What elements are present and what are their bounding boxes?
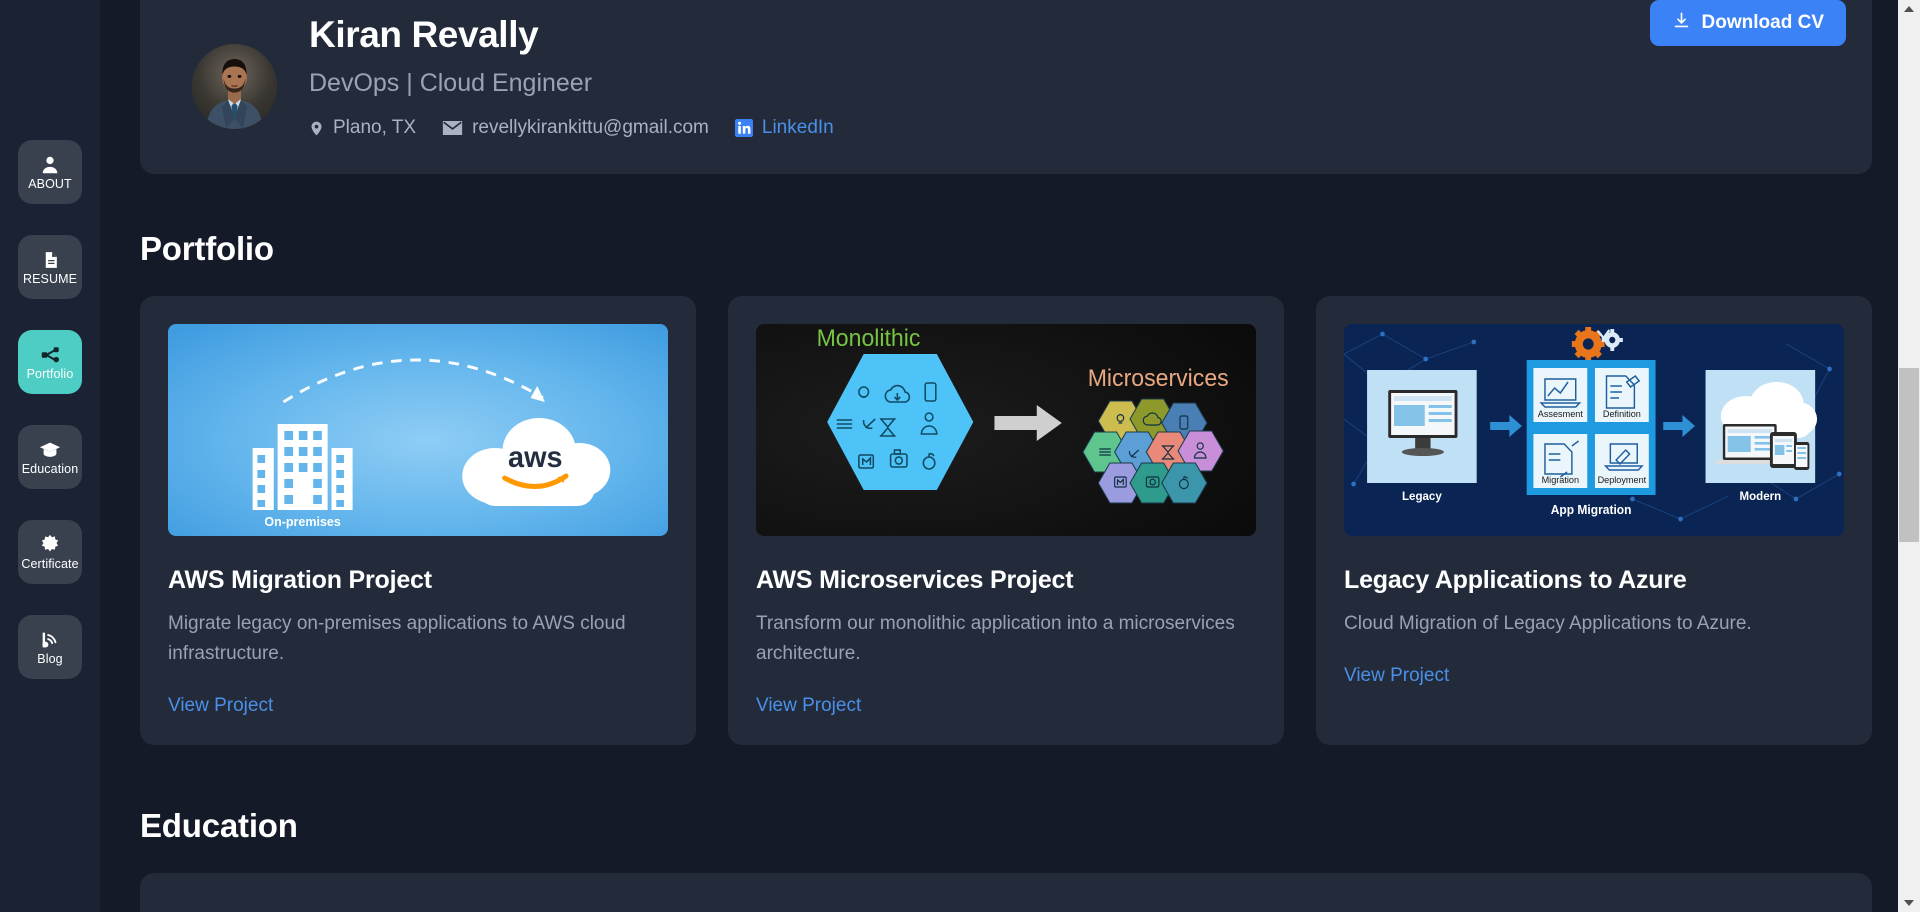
- document-icon: [41, 249, 60, 271]
- map-pin-icon: [309, 119, 324, 138]
- scrollbar-thumb[interactable]: [1899, 368, 1919, 542]
- svg-text:Assesment: Assesment: [1538, 409, 1583, 419]
- scroll-down-arrow[interactable]: [1898, 894, 1920, 912]
- sidebar-item-blog[interactable]: Blog: [18, 615, 82, 679]
- svg-text:Monolithic: Monolithic: [817, 325, 921, 352]
- portfolio-card[interactable]: On-premises aws AWS Migration Project Mi…: [140, 296, 696, 745]
- download-cv-label: Download CV: [1701, 12, 1824, 33]
- contact-linkedin-text: LinkedIn: [761, 117, 834, 138]
- contact-linkedin[interactable]: LinkedIn: [734, 117, 834, 139]
- profile-header-card: Kiran Revally DevOps | Cloud Engineer Pl…: [140, 0, 1872, 174]
- sidebar-item-label: Blog: [37, 651, 63, 666]
- graduation-icon: [39, 439, 61, 461]
- vertical-scrollbar[interactable]: [1898, 0, 1920, 912]
- profile-contacts: Plano, TX revellykirankittu@gmail.com Li…: [309, 117, 834, 139]
- envelope-icon: [442, 120, 463, 136]
- sidebar-item-education[interactable]: Education: [18, 425, 82, 489]
- user-icon: [39, 154, 61, 176]
- sidebar-item-label: ABOUT: [28, 176, 72, 191]
- portfolio-card-description: Transform our monolithic application int…: [756, 613, 1235, 664]
- sidebar-item-about[interactable]: ABOUT: [18, 140, 82, 204]
- sidebar-item-label: RESUME: [22, 271, 78, 286]
- view-project-link[interactable]: View Project: [1344, 665, 1449, 687]
- profile-role: DevOps | Cloud Engineer: [309, 69, 593, 97]
- view-project-link[interactable]: View Project: [168, 695, 273, 717]
- portfolio-card-description: Cloud Migration of Legacy Applications t…: [1344, 613, 1752, 634]
- portfolio-card-grid: On-premises aws AWS Migration Project Mi…: [140, 296, 1872, 745]
- svg-text:Deployment: Deployment: [1598, 475, 1647, 485]
- download-icon: [1672, 11, 1691, 36]
- contact-location: Plano, TX: [309, 117, 416, 139]
- portfolio-card[interactable]: Monolithic Microservices AWS Microservic…: [728, 296, 1284, 745]
- education-card: [140, 873, 1872, 912]
- monolith-to-microservices-diagram-image: Monolithic Microservices: [756, 324, 1256, 536]
- sidebar-item-label: Certificate: [21, 556, 79, 571]
- sidebar-item-label: Education: [21, 461, 79, 476]
- download-cv-button[interactable]: Download CV: [1649, 0, 1846, 46]
- sidebar-item-portfolio[interactable]: Portfolio: [18, 330, 82, 394]
- avatar: [192, 44, 277, 129]
- rss-icon: [39, 629, 61, 651]
- svg-text:On-premises: On-premises: [264, 514, 340, 529]
- portfolio-card[interactable]: Legacy Assesment Definition Migration De…: [1316, 296, 1872, 745]
- portfolio-card-title: AWS Microservices Project: [756, 566, 1074, 594]
- main-content: Kiran Revally DevOps | Cloud Engineer Pl…: [100, 0, 1920, 912]
- portfolio-card-title: Legacy Applications to Azure: [1344, 566, 1687, 594]
- sidebar-item-certificate[interactable]: Certificate: [18, 520, 82, 584]
- svg-text:Legacy: Legacy: [1402, 490, 1442, 503]
- linkedin-icon: [734, 119, 753, 137]
- contact-email-text: revellykirankittu@gmail.com: [472, 117, 709, 138]
- contact-location-text: Plano, TX: [333, 117, 417, 138]
- sidebar-item-resume[interactable]: RESUME: [18, 235, 82, 299]
- badge-icon: [39, 534, 61, 556]
- left-sidebar: ABOUT RESUME Portfolio Education Certifi…: [0, 0, 100, 912]
- portfolio-card-title: AWS Migration Project: [168, 566, 432, 594]
- section-title-education: Education: [140, 807, 298, 844]
- profile-text-block: Kiran Revally DevOps | Cloud Engineer Pl…: [309, 0, 834, 139]
- svg-text:Definition: Definition: [1603, 409, 1641, 419]
- svg-text:aws: aws: [508, 440, 562, 474]
- azure-app-migration-diagram-image: Legacy Assesment Definition Migration De…: [1344, 324, 1844, 536]
- sidebar-item-label: Portfolio: [26, 366, 74, 381]
- view-project-link[interactable]: View Project: [756, 695, 861, 717]
- svg-text:Modern: Modern: [1740, 490, 1782, 503]
- section-title-portfolio: Portfolio: [140, 230, 274, 267]
- share-nodes-icon: [39, 344, 61, 366]
- contact-email: revellykirankittu@gmail.com: [442, 117, 709, 139]
- scroll-up-arrow[interactable]: [1898, 0, 1920, 18]
- svg-text:Microservices: Microservices: [1088, 365, 1229, 392]
- portfolio-card-description: Migrate legacy on-premises applications …: [168, 613, 626, 664]
- svg-text:Migration: Migration: [1542, 475, 1579, 485]
- page-title: Kiran Revally: [309, 14, 539, 55]
- svg-text:App Migration: App Migration: [1551, 503, 1632, 517]
- aws-migration-diagram-image: On-premises aws: [168, 324, 668, 536]
